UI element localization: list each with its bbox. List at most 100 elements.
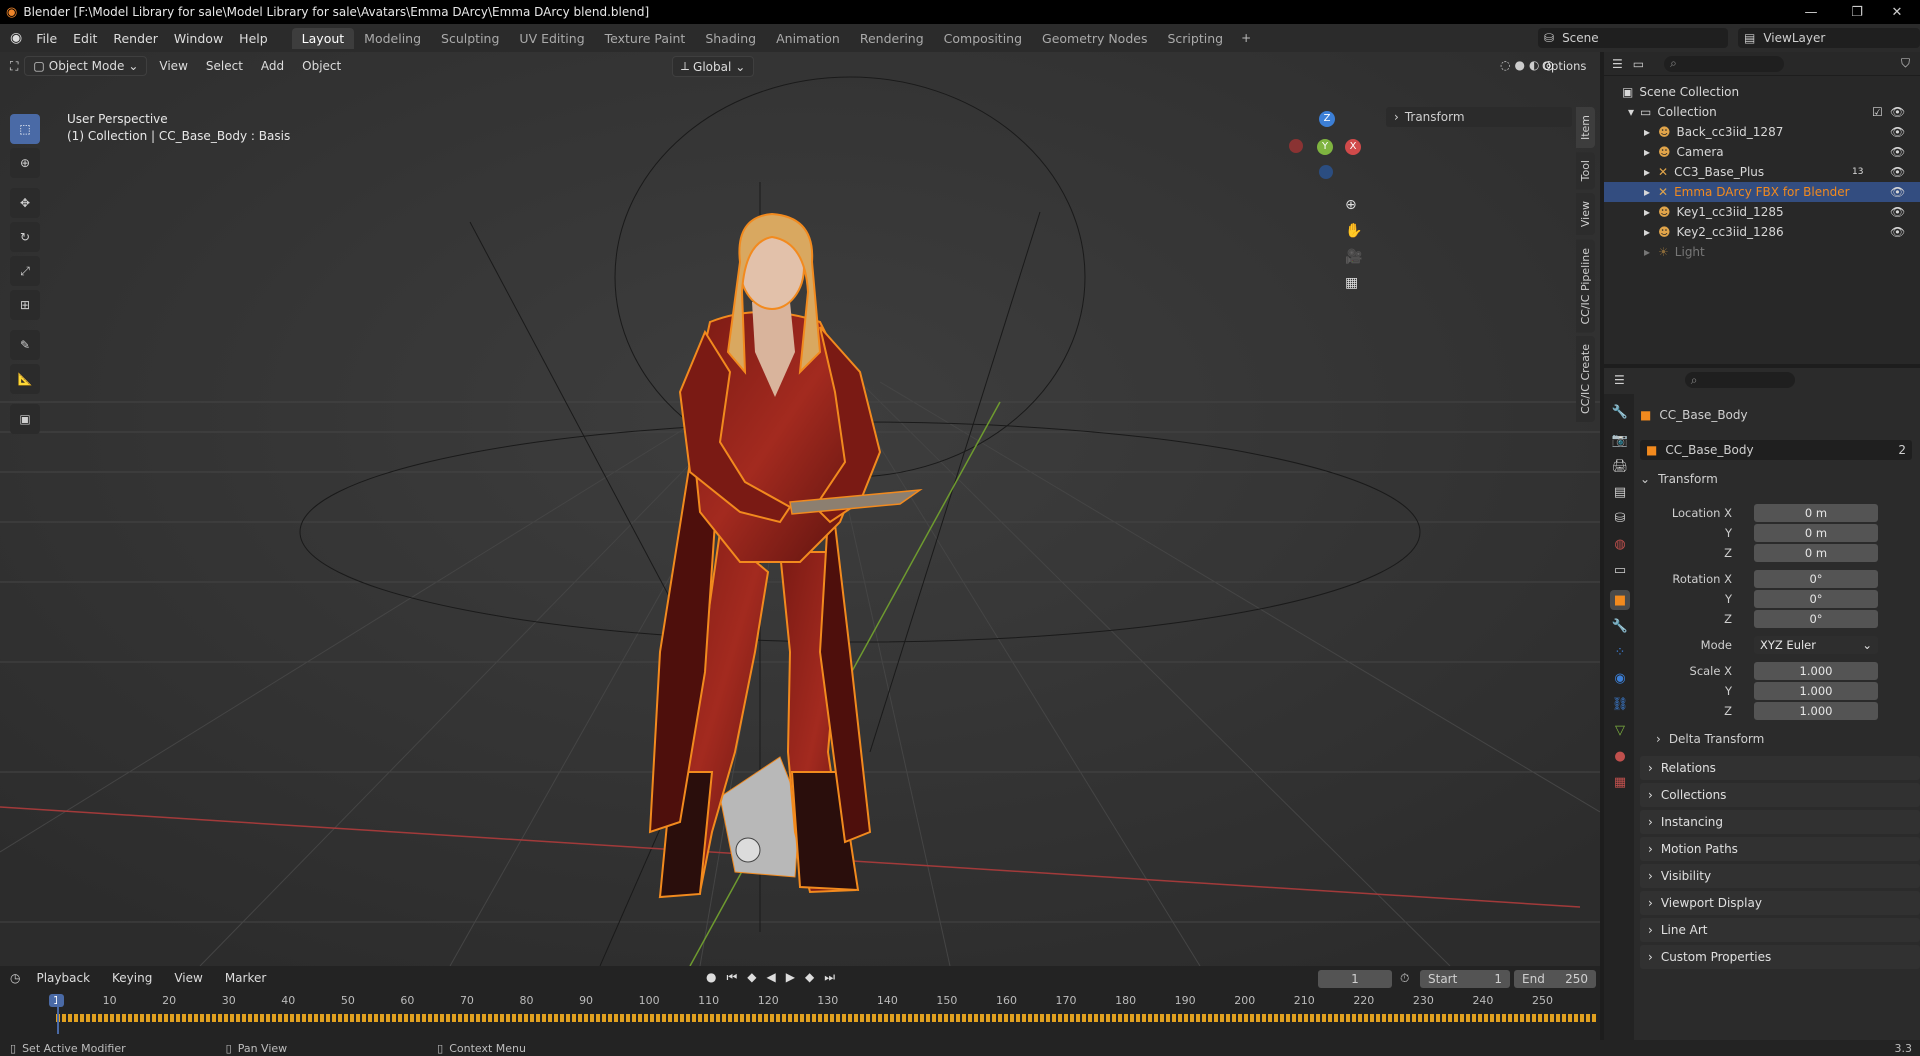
gizmo-z[interactable]: Z [1319, 111, 1335, 127]
checkbox-icon[interactable]: ☑ [1872, 105, 1883, 119]
stopwatch-icon[interactable]: ⏱ [1400, 971, 1409, 986]
properties-search-input[interactable]: ⌕ [1684, 372, 1795, 388]
gizmo-neg-z[interactable] [1319, 165, 1333, 179]
wireframe-shading-icon[interactable]: ◌ [1500, 58, 1510, 72]
panel-line-art[interactable]: › Line Art [1640, 918, 1920, 942]
panel-instancing[interactable]: › Instancing [1640, 810, 1920, 834]
texture-tab-icon[interactable]: ▦ [1610, 772, 1630, 792]
menu-help[interactable]: Help [231, 31, 276, 46]
scale-tool[interactable]: ⤢ [10, 256, 40, 286]
eye-icon[interactable]: 👁 [1890, 125, 1905, 139]
jump-start-icon[interactable]: ⏮ [726, 970, 737, 985]
blender-menu-icon[interactable]: ◉ [0, 30, 28, 46]
tab-texture-paint[interactable]: Texture Paint [595, 28, 696, 49]
frame-ruler[interactable]: 1102030405060708090100110120130140150160… [0, 992, 1600, 1010]
eye-icon[interactable]: 👁 [1890, 145, 1905, 159]
playhead[interactable] [57, 994, 59, 1034]
tab-rendering[interactable]: Rendering [850, 28, 934, 49]
tab-scripting[interactable]: Scripting [1157, 28, 1233, 49]
side-tab-cc-create[interactable]: CC/IC Create [1576, 336, 1595, 423]
gizmo-x[interactable]: X [1345, 139, 1361, 155]
record-icon[interactable]: ● [706, 970, 716, 985]
scale-y-field[interactable]: 1.000 [1754, 682, 1878, 700]
add-cube-tool[interactable]: ▣ [10, 404, 40, 434]
menu-timeline-view[interactable]: View [168, 971, 208, 985]
menu-edit[interactable]: Edit [65, 31, 105, 46]
3d-viewport[interactable]: ⬚ ⊕ ✥ ↻ ⤢ ⊞ ✎ 📐 ▣ User Perspective (1) C… [0, 52, 1600, 966]
menu-window[interactable]: Window [166, 31, 231, 46]
scene-tab-icon[interactable]: ⛁ [1610, 508, 1630, 528]
panel-collections[interactable]: › Collections [1640, 783, 1920, 807]
outliner-item[interactable]: ▸ ☻ Key1_cc3iid_1285 👁 [1604, 202, 1920, 222]
outliner-editor-icon[interactable]: ☰ [1612, 57, 1623, 71]
menu-add[interactable]: Add [255, 59, 290, 73]
eye-icon[interactable]: 👁 [1890, 185, 1905, 199]
play-icon[interactable]: ▶ [786, 970, 795, 985]
transform-tool[interactable]: ⊞ [10, 290, 40, 320]
material-shading-icon[interactable]: ◐ [1529, 58, 1539, 72]
scale-z-field[interactable]: 1.000 [1754, 702, 1878, 720]
constraints-tab-icon[interactable]: ⛓ [1610, 694, 1630, 714]
move-tool[interactable]: ✥ [10, 188, 40, 218]
eye-icon[interactable]: 👁 [1890, 225, 1905, 239]
delta-transform-subpanel[interactable]: › Delta Transform [1656, 732, 1764, 746]
select-box-tool[interactable]: ⬚ [10, 114, 40, 144]
pan-hand-icon[interactable]: ✋ [1345, 223, 1362, 239]
panel-viewport-display[interactable]: › Viewport Display [1640, 891, 1920, 915]
side-tab-item[interactable]: Item [1576, 107, 1595, 149]
add-workspace-button[interactable]: + [1233, 31, 1259, 45]
menu-marker[interactable]: Marker [219, 971, 272, 985]
tab-sculpting[interactable]: Sculpting [431, 28, 509, 49]
side-tab-tool[interactable]: Tool [1576, 152, 1595, 190]
menu-render[interactable]: Render [105, 31, 166, 46]
grid-view-icon[interactable]: ▦ [1345, 275, 1362, 291]
rotation-y-field[interactable]: 0° [1754, 590, 1878, 608]
outliner-collection[interactable]: ▾ ▭ Collection ☑ 👁 [1604, 102, 1920, 122]
menu-playback[interactable]: Playback [30, 971, 96, 985]
transform-section-header[interactable]: ⌄ Transform [1640, 472, 1718, 486]
scale-x-field[interactable]: 1.000 [1754, 662, 1878, 680]
rotation-z-field[interactable]: 0° [1754, 610, 1878, 628]
world-tab-icon[interactable]: ◍ [1610, 534, 1630, 554]
menu-select[interactable]: Select [200, 59, 249, 73]
side-tab-view[interactable]: View [1576, 193, 1595, 236]
panel-custom-properties[interactable]: › Custom Properties [1640, 945, 1920, 969]
filter-icon[interactable]: ⛉ [1901, 56, 1910, 71]
location-z-field[interactable]: 0 m [1754, 544, 1878, 562]
keyframe-strip[interactable] [56, 1014, 1596, 1022]
rendered-shading-icon[interactable]: ◎ [1543, 58, 1553, 72]
tool-tab-icon[interactable]: 🔧 [1610, 402, 1630, 422]
side-tab-cc-pipeline[interactable]: CC/IC Pipeline [1576, 239, 1595, 333]
properties-editor-icon[interactable]: ☰ [1614, 373, 1625, 387]
physics-tab-icon[interactable]: ◉ [1610, 668, 1630, 688]
tab-modeling[interactable]: Modeling [354, 28, 431, 49]
editor-type-icon[interactable]: ⛶ [10, 59, 18, 74]
material-tab-icon[interactable]: ● [1610, 746, 1630, 766]
mode-dropdown[interactable]: ▢ Object Mode ⌄ [24, 56, 148, 76]
prev-keyframe-icon[interactable]: ◆ [747, 970, 756, 985]
light-object[interactable] [735, 837, 761, 863]
outliner-item[interactable]: ▸ ☻ Key2_cc3iid_1286 👁 [1604, 222, 1920, 242]
location-x-field[interactable]: 0 m [1754, 504, 1878, 522]
view-layer-selector[interactable]: ▤ ViewLayer [1738, 28, 1920, 48]
zoom-icon[interactable]: ⊕ [1345, 197, 1362, 213]
measure-tool[interactable]: 📐 [10, 364, 40, 394]
close-button[interactable]: ✕ [1874, 0, 1920, 24]
object-datablock-field[interactable]: ■ CC_Base_Body 2 [1640, 440, 1912, 460]
current-frame-field[interactable]: 1 [1318, 970, 1392, 988]
play-reverse-icon[interactable]: ◀ [767, 970, 776, 985]
jump-end-icon[interactable]: ⏭ [824, 970, 835, 985]
outliner-search-input[interactable]: ⌕ [1664, 55, 1785, 72]
menu-keying[interactable]: Keying [106, 971, 158, 985]
solid-shading-icon[interactable]: ● [1514, 58, 1524, 72]
menu-view[interactable]: View [153, 59, 193, 73]
menu-file[interactable]: File [28, 31, 65, 46]
camera-view-icon[interactable]: 🎥 [1345, 249, 1362, 265]
rotation-mode-dropdown[interactable]: XYZ Euler ⌄ [1754, 636, 1878, 654]
tab-uv-editing[interactable]: UV Editing [509, 28, 594, 49]
orientation-dropdown[interactable]: ⟂ Global ⌄ [672, 56, 755, 77]
tab-animation[interactable]: Animation [766, 28, 850, 49]
tab-shading[interactable]: Shading [695, 28, 766, 49]
rotation-x-field[interactable]: 0° [1754, 570, 1878, 588]
render-tab-icon[interactable]: 📷 [1610, 430, 1630, 450]
